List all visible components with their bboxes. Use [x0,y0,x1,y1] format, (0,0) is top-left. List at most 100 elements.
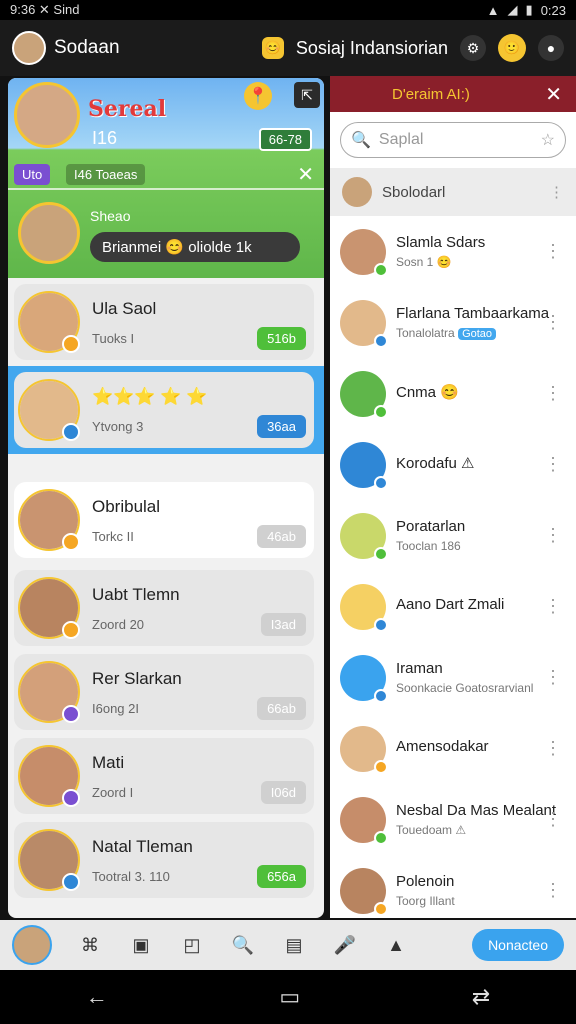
right-panel: D'eraim AI:) ✕ 🔍 Saplal ☆ Sbolodarl ⋮ Sl… [330,76,576,918]
contact-item[interactable]: Poratarlan Tooclan 186 ⋮ [330,500,576,571]
contact-item[interactable]: Polenoin Toorg Illant ⋮ [330,855,576,918]
status-badge [374,404,388,419]
status-badge [62,789,80,807]
contact-item[interactable]: Nesbal Da Mas Mealant Touedoam ⚠ ⋮ [330,784,576,855]
member-avatar[interactable] [18,202,80,264]
contact-avatar [340,512,388,561]
chat-row[interactable]: Mati Zoord I I06d [8,732,324,820]
row-name: Natal Tleman [92,836,193,856]
more-icon[interactable]: ⋮ [544,312,562,333]
star-icon[interactable]: ☆ [541,130,555,150]
contact-item[interactable]: Slamla Sdars Sosn 1 😊 ⋮ [330,216,576,287]
more-icon[interactable]: ⋮ [544,880,562,901]
chat-row[interactable]: Uabt Tlemn Zoord 20 I3ad [8,564,324,652]
contact-item[interactable]: Cnma 😊 ⋮ [330,358,576,429]
status-badge [374,546,388,561]
row-pill[interactable]: 46ab [257,525,306,548]
contact-name: Slamla Sdars [396,234,486,251]
contact-name: Nesbal Da Mas Mealant [396,802,557,819]
search-icon[interactable]: 🔍 [230,932,256,958]
status-badge [374,262,388,277]
tag-badge[interactable]: Uto [14,164,51,185]
signal-icon: ▲ [486,2,500,18]
more-icon[interactable]: ⋮ [544,667,562,688]
row-pill[interactable]: 36aa [257,415,306,438]
contact-item[interactable]: Aano Dart Zmali ⋮ [330,571,576,642]
chat-row[interactable]: ⭐⭐⭐ ⭐ ⭐ Ytvong 3 36aa [8,366,324,454]
notifications-icon[interactable]: ● [538,35,564,61]
pin-icon[interactable]: 📍 [244,82,272,110]
contact-name: Amensodakar [396,738,489,755]
camera-icon[interactable]: ⌘ [77,932,103,958]
book-icon[interactable]: ▤ [281,932,307,958]
image-icon[interactable]: ▣ [128,932,154,958]
row-name: Rer Slarkan [92,668,182,688]
status-badge [62,873,80,891]
chat-row[interactable]: Ula Saol Tuoks I 516b [8,278,324,366]
chat-row[interactable]: Obribulal Torkc II 46ab [8,476,324,564]
row-pill[interactable]: I3ad [260,613,306,636]
more-icon[interactable]: ⋮ [544,454,562,475]
more-icon[interactable]: ⋮ [544,383,562,404]
contact-item[interactable]: Korodafu ⚠ ⋮ [330,429,576,500]
banner-count: I16 [92,128,118,148]
more-icon[interactable]: ⋮ [544,738,562,759]
row-avatar [18,745,80,807]
row-pill[interactable]: 516b [257,327,306,350]
more-icon[interactable]: ⋮ [544,241,562,262]
contact-avatar [340,654,388,703]
contact-avatar [340,583,388,632]
sticker-icon[interactable]: ◰ [179,932,205,958]
contact-sub: Touedoam ⚠ [396,823,467,837]
reaction-icon[interactable]: 🙂 [498,34,526,62]
rocket-icon[interactable]: ▲ [383,932,409,958]
more-icon[interactable]: ⋮ [544,525,562,546]
row-avatar [18,829,80,891]
more-icon[interactable]: ⋮ [544,596,562,617]
settings-icon[interactable]: ⚙ [460,35,486,61]
action-button[interactable]: Nonacteo [472,929,564,961]
profile-avatar[interactable] [12,31,46,65]
status-pill[interactable]: Brianmei 😊 oliolde 1k [90,232,300,262]
row-avatar [18,577,80,639]
status-left: 9:36 ✕ Sind [10,2,80,17]
more-icon[interactable]: ⋮ [549,183,564,201]
row-avatar [18,661,80,723]
emoji-icon[interactable]: 😊 [261,37,284,59]
score-pill: 66-78 [258,128,312,151]
share-icon[interactable]: ⇱ [294,82,320,108]
teams-tag[interactable]: I46 Toaeas [66,164,146,185]
contact-name: Cnma 😊 [396,383,459,401]
home-icon[interactable]: ▭ [279,984,300,1010]
selected-contact[interactable]: Sbolodarl ⋮ [330,168,576,216]
contact-sub: Tonalolatra [396,326,455,340]
close-icon[interactable]: ✕ [297,162,314,187]
contact-list: Slamla Sdars Sosn 1 😊 ⋮ Flarlana Tambaarkam… [330,216,576,918]
status-badge [374,759,388,774]
status-badge [374,617,388,632]
contact-item[interactable]: Flarlana Tambaarkama Tonalolatra Gotao ⋮ [330,287,576,358]
contact-avatar [340,299,388,348]
contact-item[interactable]: Amensodakar ⋮ [330,713,576,784]
row-pill[interactable]: I06d [260,781,306,804]
chat-row[interactable]: Rer Slarkan I6ong 2I 66ab [8,648,324,736]
back-icon[interactable]: ← [86,984,108,1010]
row-pill[interactable]: 656a [257,865,306,888]
contact-avatar [340,228,388,277]
chat-row[interactable]: Natal Tleman Tootral 3. 110 656a [8,816,324,904]
mic-icon[interactable]: 🎤 [332,932,358,958]
contact-item[interactable]: Iraman Soonkacie Goatosrarvianl ⋮ [330,642,576,713]
contact-avatar [340,796,388,845]
more-icon[interactable]: ⋮ [544,809,562,830]
close-icon[interactable]: ✕ [545,82,562,107]
row-name: Uabt Tlemn [92,584,180,604]
search-field[interactable]: 🔍 Saplal ☆ [340,122,566,158]
contact-avatar [340,867,388,916]
contact-name: Poratarlan [396,518,466,535]
row-name: Obribulal [92,496,161,516]
contact-name: Polenoin [396,873,455,890]
group-avatar[interactable] [14,82,80,148]
profile-avatar[interactable] [12,925,52,965]
recents-icon[interactable]: ⇄ [472,984,490,1010]
row-pill[interactable]: 66ab [257,697,306,720]
